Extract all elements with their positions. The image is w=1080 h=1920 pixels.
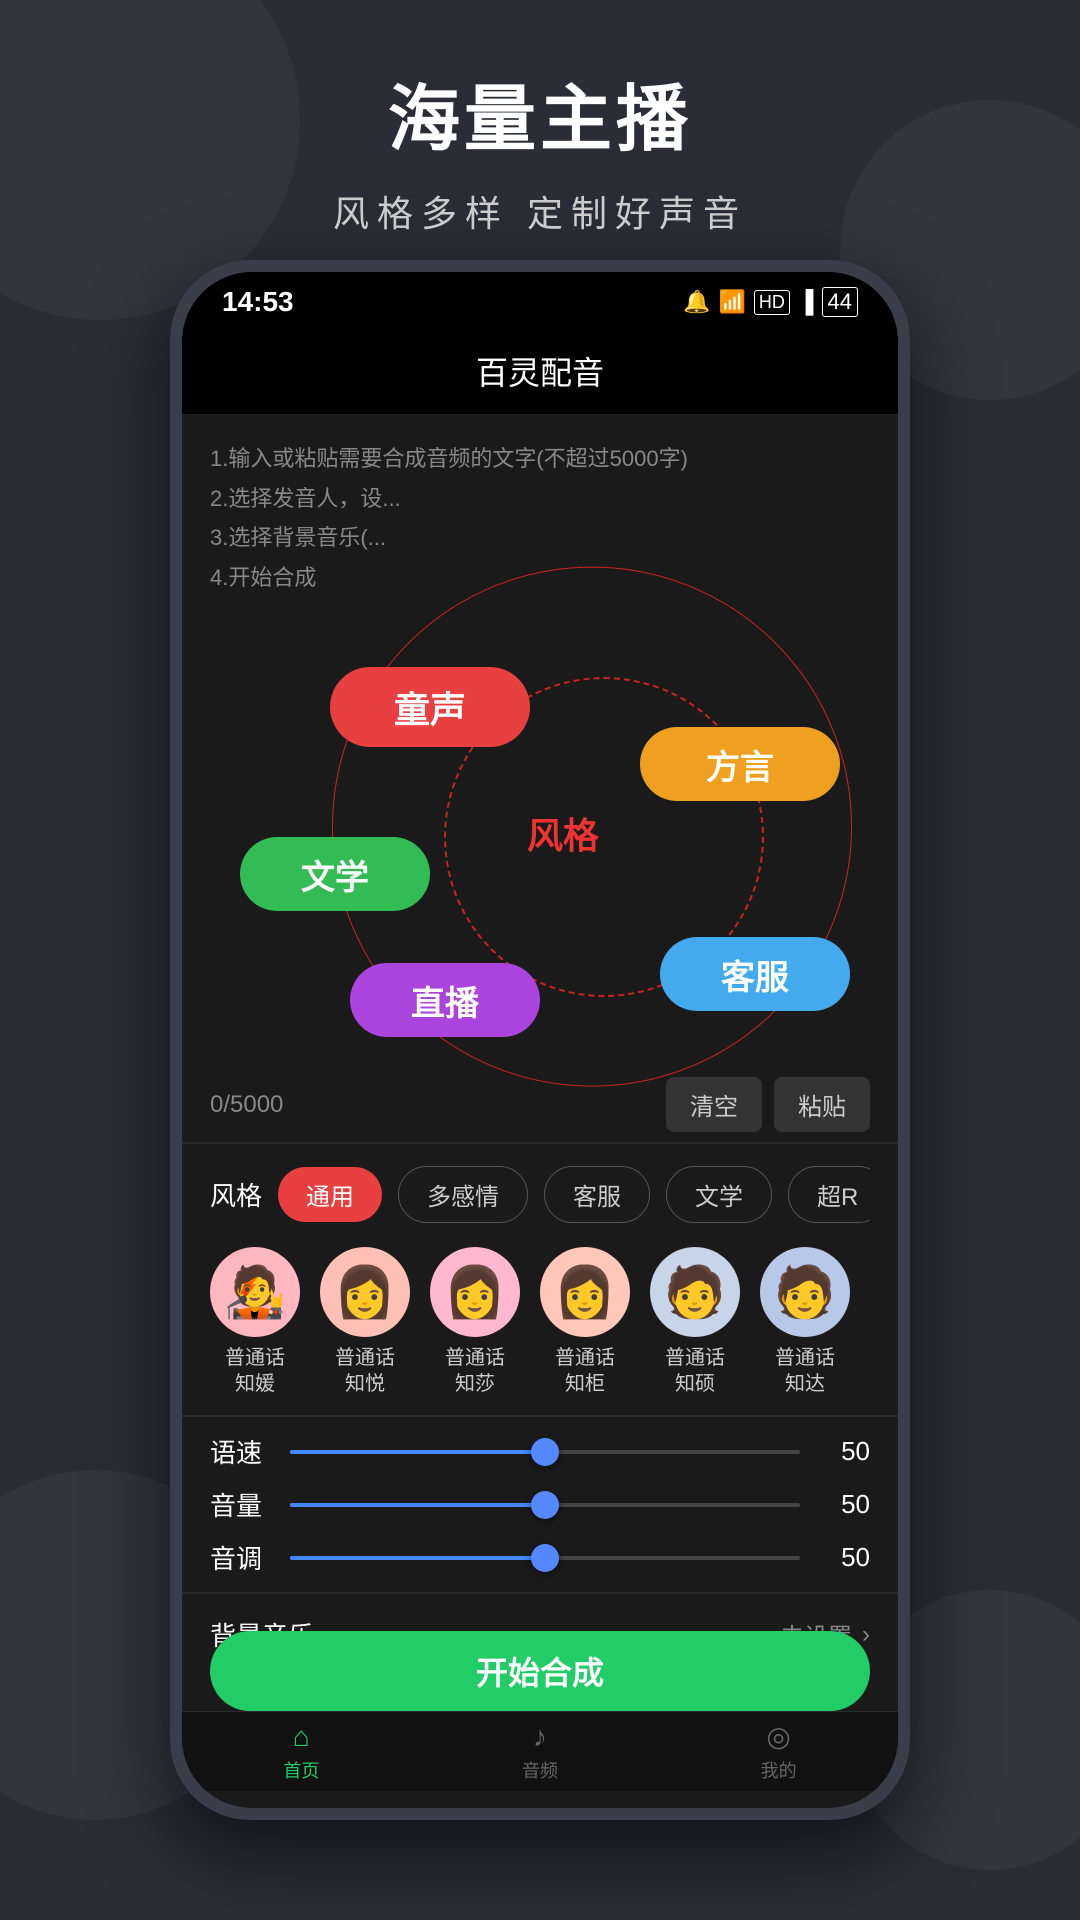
pitch-label: 音调	[210, 1539, 270, 1576]
chevron-right-icon: ›	[862, 1621, 870, 1649]
input-bottom-row: 0/5000 清空 粘贴	[210, 1077, 870, 1132]
pitch-fill	[290, 1556, 545, 1560]
app-titlebar: 百灵配音	[182, 332, 898, 415]
divider-2	[182, 1415, 898, 1417]
speed-value: 50	[820, 1436, 870, 1467]
status-bar: 14:53 🔔 📶 HD ▐ 44	[182, 272, 898, 332]
status-time: 14:53	[222, 286, 294, 318]
voice-avatar-1: 🧑‍🎤	[210, 1247, 300, 1337]
voice-item-4[interactable]: 👩 普通话知柜	[540, 1247, 630, 1397]
phone-inner: 14:53 🔔 📶 HD ▐ 44 百灵配音 1.输入或粘贴需要合成音频的文字(…	[182, 272, 898, 1808]
nav-label-home: 首页	[283, 1757, 319, 1783]
speed-label: 语速	[210, 1433, 270, 1470]
action-buttons: 清空 粘贴	[666, 1077, 870, 1132]
instruction-1: 1.输入或粘贴需要合成音频的文字(不超过5000字)	[210, 439, 870, 479]
nav-item-audio[interactable]: ♪ 音频	[522, 1721, 558, 1783]
main-title: 海量主播	[0, 60, 1080, 165]
voice-avatar-2: 👩	[320, 1247, 410, 1337]
pitch-value: 50	[820, 1542, 870, 1573]
wheel-center-label: 风格	[527, 807, 599, 859]
style-tag-duoganqing[interactable]: 多感情	[398, 1166, 528, 1223]
bubble-zhibo[interactable]: 直播	[350, 963, 540, 1037]
voice-name-2: 普通话知悦	[335, 1345, 395, 1397]
speed-track[interactable]	[290, 1450, 800, 1454]
clear-button[interactable]: 清空	[666, 1077, 762, 1132]
bottom-nav: ⌂ 首页 ♪ 音频 ◎ 我的	[182, 1711, 898, 1791]
signal-icon: ▐	[798, 289, 814, 315]
sliders-section: 语速 50 音量 50	[210, 1433, 870, 1576]
nav-item-home[interactable]: ⌂ 首页	[283, 1721, 319, 1783]
voice-avatar-4: 👩	[540, 1247, 630, 1337]
voice-name-3: 普通话知莎	[445, 1345, 505, 1397]
bubble-tongsheng[interactable]: 童声	[330, 667, 530, 747]
instruction-2: 2.选择发音人，设...	[210, 479, 870, 519]
wifi-icon: 📶	[719, 289, 746, 315]
hd-badge: HD	[754, 290, 790, 315]
speed-fill	[290, 1450, 545, 1454]
voice-avatars-row: 🧑‍🎤 普通话知媛 👩 普通话知悦 👩 普通话知莎 👩 普通话知柜	[210, 1237, 870, 1407]
voice-avatar-5: 🧑	[650, 1247, 740, 1337]
style-tag-kefu[interactable]: 客服	[544, 1166, 650, 1223]
pitch-thumb[interactable]	[531, 1544, 559, 1572]
style-tag-wenxue[interactable]: 文学	[666, 1166, 772, 1223]
volume-value: 50	[820, 1489, 870, 1520]
style-tag-tongyong[interactable]: 通用	[278, 1167, 382, 1222]
content-area: 1.输入或粘贴需要合成音频的文字(不超过5000字) 2.选择发音人，设... …	[182, 415, 898, 1791]
mine-icon: ◎	[766, 1720, 790, 1753]
style-wheel-area: 风格 童声 方言 文学 客服 直播	[210, 607, 870, 1067]
phone-mockup: 14:53 🔔 📶 HD ▐ 44 百灵配音 1.输入或粘贴需要合成音频的文字(…	[170, 260, 910, 1820]
voice-item-3[interactable]: 👩 普通话知莎	[430, 1247, 520, 1397]
bubble-wenxue[interactable]: 文学	[240, 837, 430, 911]
volume-thumb[interactable]	[531, 1491, 559, 1519]
bell-icon: 🔔	[683, 289, 710, 315]
pitch-track[interactable]	[290, 1556, 800, 1560]
volume-slider-row: 音量 50	[210, 1486, 870, 1523]
nav-label-mine: 我的	[761, 1757, 797, 1783]
style-tags-row: 风格 通用 多感情 客服 文学 超R	[210, 1152, 870, 1237]
home-icon: ⌂	[293, 1721, 310, 1753]
nav-label-audio: 音频	[522, 1757, 558, 1783]
char-count: 0/5000	[210, 1091, 283, 1119]
voice-name-1: 普通话知媛	[225, 1345, 285, 1397]
speed-slider-row: 语速 50	[210, 1433, 870, 1470]
voice-name-5: 普通话知硕	[665, 1345, 725, 1397]
phone-outer: 14:53 🔔 📶 HD ▐ 44 百灵配音 1.输入或粘贴需要合成音频的文字(…	[170, 260, 910, 1820]
voice-name-4: 普通话知柜	[555, 1345, 615, 1397]
nav-item-mine[interactable]: ◎ 我的	[761, 1720, 797, 1783]
voice-avatar-6: 🧑	[760, 1247, 850, 1337]
bubble-fangyan[interactable]: 方言	[640, 727, 840, 801]
status-icons: 🔔 📶 HD ▐ 44	[683, 287, 858, 317]
pitch-slider-row: 音调 50	[210, 1539, 870, 1576]
synthesize-button[interactable]: 开始合成	[210, 1631, 870, 1711]
header-section: 海量主播 风格多样 定制好声音	[0, 0, 1080, 277]
style-row-label: 风格	[210, 1176, 262, 1213]
voice-name-6: 普通话知达	[775, 1345, 835, 1397]
voice-item-5[interactable]: 🧑 普通话知硕	[650, 1247, 740, 1397]
volume-label: 音量	[210, 1486, 270, 1523]
divider-1	[182, 1142, 898, 1144]
volume-fill	[290, 1503, 545, 1507]
voice-item-2[interactable]: 👩 普通话知悦	[320, 1247, 410, 1397]
sub-title: 风格多样 定制好声音	[0, 185, 1080, 237]
audio-icon: ♪	[533, 1721, 547, 1753]
style-tag-chaor[interactable]: 超R	[788, 1166, 870, 1223]
voice-item-6[interactable]: 🧑 普通话知达	[760, 1247, 850, 1397]
bubble-kefus[interactable]: 客服	[660, 937, 850, 1011]
voice-item-1[interactable]: 🧑‍🎤 普通话知媛	[210, 1247, 300, 1397]
battery-icon: 44	[822, 287, 858, 317]
paste-button[interactable]: 粘贴	[774, 1077, 870, 1132]
instruction-3: 3.选择背景音乐(...	[210, 518, 870, 558]
app-title-text: 百灵配音	[476, 355, 604, 391]
volume-track[interactable]	[290, 1503, 800, 1507]
speed-thumb[interactable]	[531, 1438, 559, 1466]
voice-avatar-3: 👩	[430, 1247, 520, 1337]
divider-3	[182, 1592, 898, 1594]
